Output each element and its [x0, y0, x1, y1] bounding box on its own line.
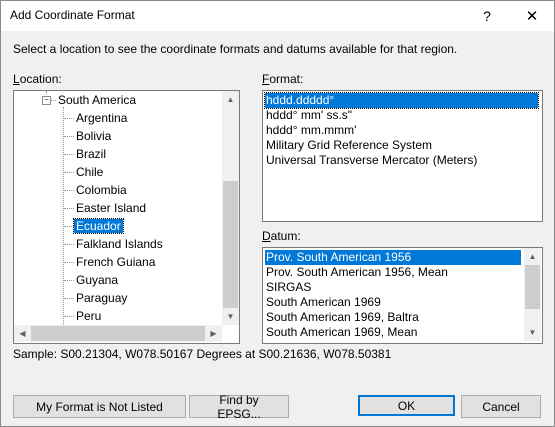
instruction-text: Select a location to see the coordinate … [13, 42, 458, 56]
close-button[interactable]: ✕ [510, 1, 554, 31]
tree-line [64, 172, 74, 173]
format-list-item[interactable]: hddd° mm' ss.s" [265, 108, 538, 123]
scroll-left-icon[interactable]: ◀ [14, 325, 31, 342]
help-button[interactable]: ? [465, 1, 509, 31]
tree-line [64, 226, 74, 227]
tree-node[interactable]: Paraguay [74, 289, 129, 307]
tree-line [64, 190, 74, 191]
tree-line [63, 107, 64, 325]
tree-node[interactable]: Bolivia [74, 127, 113, 145]
tree-node[interactable]: Chile [74, 163, 105, 181]
tree-line [64, 208, 74, 209]
format-list-item[interactable]: hddd° mm.mmm' [265, 123, 538, 138]
scroll-down-icon[interactable]: ▼ [222, 308, 239, 325]
my-format-not-listed-button[interactable]: My Format is Not Listed [13, 395, 186, 418]
tree-node[interactable]: Argentina [74, 109, 129, 127]
datum-vertical-scrollbar[interactable]: ▲ ▼ [524, 248, 541, 341]
tree-node[interactable]: French Guiana [74, 253, 157, 271]
scroll-up-icon[interactable]: ▲ [524, 248, 541, 265]
cancel-button[interactable]: Cancel [461, 395, 541, 418]
datum-list-item[interactable]: South American 1969, Mean [265, 325, 521, 340]
format-list-item[interactable]: Universal Transverse Mercator (Meters) [265, 153, 538, 168]
datum-list-item[interactable]: SIRGAS [265, 280, 521, 295]
location-tree-rows: − South America Argentina Bolivia Brazil Ch… [14, 91, 222, 325]
tree-line [64, 244, 74, 245]
location-tree[interactable]: − South America Argentina Bolivia Brazil Ch… [13, 90, 240, 344]
help-icon: ? [483, 8, 491, 24]
tree-line [64, 298, 74, 299]
tree-node[interactable]: Colombia [74, 181, 129, 199]
close-icon: ✕ [525, 8, 539, 25]
datum-label: Datum: [262, 229, 301, 243]
format-label: Format: [262, 72, 304, 86]
title-bar: Add Coordinate Format ? ✕ [1, 1, 554, 31]
sample-text: Sample: S00.21304, W078.50167 Degrees at… [13, 347, 392, 361]
ok-button[interactable]: OK [358, 395, 455, 416]
datum-list-item[interactable]: Prov. South American 1956, Mean [265, 265, 521, 280]
tree-node[interactable]: Peru [74, 307, 103, 325]
location-vertical-scrollbar[interactable]: ▲ ▼ [222, 91, 239, 325]
format-list[interactable]: hddd.ddddd° hddd° mm' ss.s" hddd° mm.mmm' M… [262, 90, 543, 222]
tree-node[interactable]: Falkland Islands [74, 235, 165, 253]
tree-line [64, 118, 74, 119]
add-coordinate-format-dialog: Add Coordinate Format ? ✕ Select a locat… [0, 0, 555, 427]
collapse-icon[interactable]: − [42, 96, 51, 105]
location-label: Location: [13, 72, 62, 86]
tree-line [64, 280, 74, 281]
scroll-up-icon[interactable]: ▲ [222, 91, 239, 108]
tree-node[interactable]: Brazil [74, 145, 108, 163]
tree-node[interactable]: Guyana [74, 271, 120, 289]
format-list-item[interactable]: Military Grid Reference System [265, 138, 538, 153]
tree-line [64, 154, 74, 155]
tree-line [64, 136, 74, 137]
datum-list[interactable]: Prov. South American 1956 Prov. South Ame… [262, 247, 543, 344]
find-by-epsg-button[interactable]: Find by EPSG... [189, 393, 289, 421]
tree-line [64, 262, 74, 263]
tree-node-south-america[interactable]: South America [56, 91, 138, 109]
location-horizontal-scrollbar[interactable]: ◀ ▶ [14, 325, 222, 342]
format-list-item[interactable]: hddd.ddddd° [264, 92, 539, 109]
tree-node[interactable]: Easter Island [74, 199, 148, 217]
tree-line [64, 316, 74, 317]
datum-list-item[interactable]: Prov. South American 1956 [265, 250, 521, 265]
datum-scroll-thumb[interactable] [525, 265, 540, 309]
window-title: Add Coordinate Format [10, 8, 135, 22]
location-hscroll-thumb[interactable] [31, 326, 205, 341]
tree-node[interactable]: Ecuador [73, 217, 124, 235]
datum-list-item[interactable]: South American 1969, Baltra [265, 310, 521, 325]
scroll-right-icon[interactable]: ▶ [205, 325, 222, 342]
location-scroll-thumb[interactable] [223, 181, 238, 308]
scroll-down-icon[interactable]: ▼ [524, 324, 541, 341]
datum-list-item[interactable]: South American 1969 [265, 295, 521, 310]
